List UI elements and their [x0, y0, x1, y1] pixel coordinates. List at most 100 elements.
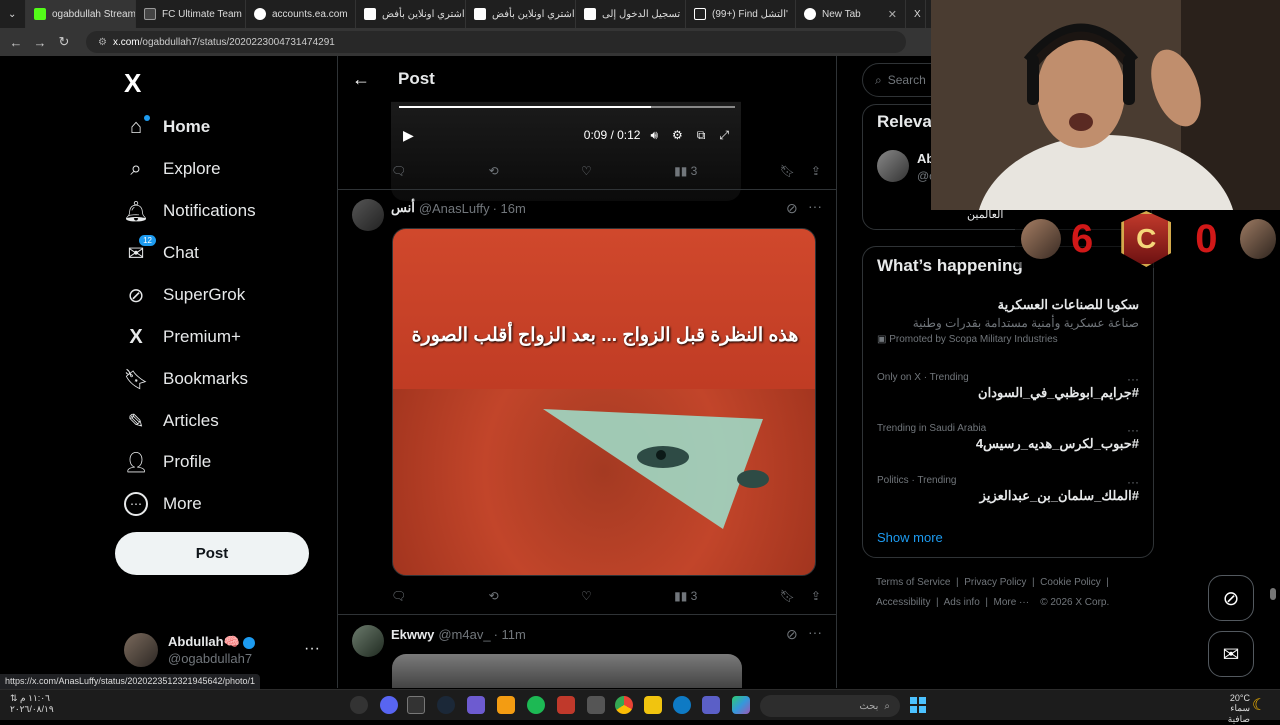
- share-icon[interactable]: ⇪: [811, 164, 821, 178]
- tab-7[interactable]: New Tab✕: [796, 0, 906, 28]
- close-icon[interactable]: ✕: [348, 8, 356, 21]
- back-arrow-icon[interactable]: ←: [4, 35, 28, 50]
- app-icon[interactable]: [557, 696, 575, 714]
- discord-icon[interactable]: [380, 696, 398, 714]
- avatar[interactable]: [352, 199, 384, 231]
- pip-icon[interactable]: ⧉: [697, 128, 706, 143]
- trend-item[interactable]: سكوبا للصناعات العسكرية صناعة عسكرية وأم…: [877, 297, 1139, 345]
- nav-home[interactable]: ⌂ Home: [124, 107, 210, 147]
- footer-link[interactable]: Privacy Policy: [964, 577, 1026, 588]
- edge-icon[interactable]: [673, 696, 691, 714]
- tab-1[interactable]: FC Ultimate Team✕: [136, 0, 246, 28]
- avatar[interactable]: [877, 150, 909, 182]
- tweet-time[interactable]: · 16m: [493, 201, 526, 216]
- more-icon[interactable]: ···: [1127, 372, 1139, 386]
- nav-explore[interactable]: ⌕ Explore: [124, 149, 221, 189]
- bookmark-icon[interactable]: 🔖︎: [780, 164, 795, 178]
- video-player[interactable]: ▶ 0:09 / 0:12 🔊︎ ⚙ ⧉ ⤢: [391, 101, 741, 201]
- tab-0[interactable]: ogabdullah Stream✕: [26, 0, 136, 28]
- author-name[interactable]: Ekwwy: [391, 627, 434, 642]
- nav-premium[interactable]: X Premium+: [124, 317, 241, 357]
- views-stat[interactable]: ▮▮ 3: [674, 589, 697, 603]
- like-icon[interactable]: ♡: [581, 589, 592, 603]
- retweet-icon[interactable]: ⟲: [489, 589, 499, 603]
- forward-arrow-icon[interactable]: →: [28, 35, 52, 50]
- nav-notifications[interactable]: 🔔︎ Notifications: [124, 191, 256, 231]
- steam-icon[interactable]: [437, 696, 455, 714]
- author-handle[interactable]: @m4av_: [438, 627, 490, 642]
- show-more-link[interactable]: Show more: [877, 530, 943, 545]
- nav-articles[interactable]: ✎ Articles: [124, 401, 219, 441]
- nav-supergrok[interactable]: ⊘ SuperGrok: [124, 275, 245, 315]
- reply-icon[interactable]: 🗨︎: [391, 589, 406, 603]
- nav-more[interactable]: ⋯ More: [124, 484, 202, 524]
- grok-button[interactable]: ⊘: [1208, 575, 1254, 621]
- more-icon[interactable]: ···: [808, 624, 822, 640]
- more-icon[interactable]: ···: [1127, 423, 1139, 437]
- trend-item[interactable]: Only on X · Trending #جرايم_ابوظبي_في_ال…: [877, 372, 1139, 401]
- clock[interactable]: ⇅ ١١:٠٦ م ٢٠٢٦/٠٨/١٩: [10, 693, 54, 715]
- trend-item[interactable]: Trending in Saudi Arabia #حبوب_لكرس_هديه…: [877, 423, 1139, 452]
- back-arrow-icon[interactable]: ←: [338, 69, 384, 90]
- nav-profile[interactable]: 👤︎ Profile: [124, 442, 211, 482]
- tweet-time[interactable]: · 11m: [494, 627, 526, 642]
- account-switcher[interactable]: Abdullah🧠 @ogabdullah7 ···: [124, 630, 324, 670]
- tweet-image[interactable]: هذه النظرة قبل الزواج ... بعد الزواج أقل…: [392, 228, 816, 576]
- volume-icon[interactable]: 🔊︎: [650, 128, 658, 143]
- copilot-icon[interactable]: [732, 696, 750, 714]
- grok-icon[interactable]: ⊘: [786, 626, 798, 643]
- more-icon[interactable]: ···: [1127, 475, 1139, 489]
- x-tab-icon[interactable]: X: [906, 0, 926, 28]
- like-icon[interactable]: ♡: [581, 164, 592, 178]
- spotify-icon[interactable]: [527, 696, 545, 714]
- footer-link[interactable]: Accessibility: [876, 597, 930, 608]
- reload-icon[interactable]: ↻: [52, 34, 76, 50]
- more-icon[interactable]: ···: [808, 198, 822, 214]
- more-icon[interactable]: ···: [1127, 297, 1139, 311]
- chrome-icon[interactable]: [615, 696, 633, 714]
- trend-item[interactable]: Politics · Trending #الملك_سلمان_بن_عبدا…: [877, 475, 1139, 504]
- scrollbar-thumb[interactable]: [1270, 588, 1276, 600]
- file-explorer-icon[interactable]: [644, 696, 662, 714]
- weather-widget[interactable]: 20°C سماء صافية: [1210, 693, 1250, 725]
- share-icon[interactable]: ⇪: [811, 589, 821, 603]
- nav-chat[interactable]: ✉12 Chat: [124, 233, 199, 273]
- site-info-icon[interactable]: ⚙: [98, 37, 107, 48]
- taskbar-search[interactable]: بحث ⌕: [760, 695, 900, 717]
- app-icon[interactable]: [497, 696, 515, 714]
- nav-bookmarks[interactable]: 🔖︎ Bookmarks: [124, 359, 248, 399]
- avatar[interactable]: [352, 625, 384, 657]
- messages-button[interactable]: ✉: [1208, 631, 1254, 677]
- store-icon[interactable]: [587, 696, 605, 714]
- views-stat[interactable]: ▮▮ 3: [674, 164, 697, 178]
- author-handle[interactable]: @AnasLuffy: [419, 201, 490, 216]
- tweet-image[interactable]: [392, 654, 742, 688]
- reply-icon[interactable]: 🗨︎: [391, 164, 406, 178]
- retweet-icon[interactable]: ⟲: [489, 164, 499, 178]
- windows-start-icon[interactable]: [910, 697, 926, 713]
- bookmark-icon[interactable]: 🔖︎: [780, 589, 795, 603]
- author-name[interactable]: أنس: [391, 200, 415, 216]
- video-progress-bar[interactable]: [399, 106, 735, 108]
- tab-list-button[interactable]: ⌄: [0, 0, 26, 28]
- footer-link[interactable]: More ···: [994, 597, 1030, 608]
- grok-icon[interactable]: ⊘: [786, 200, 798, 217]
- post-button[interactable]: Post: [115, 532, 309, 575]
- close-icon[interactable]: ✕: [882, 8, 897, 21]
- tab-3[interactable]: اشتري اونلاين بأفض✕: [356, 0, 466, 28]
- obs-icon[interactable]: [350, 696, 368, 714]
- footer-link[interactable]: Cookie Policy: [1040, 577, 1101, 588]
- teams-icon[interactable]: [702, 696, 720, 714]
- play-icon[interactable]: ▶: [403, 127, 414, 144]
- account-more-icon[interactable]: ···: [304, 640, 320, 658]
- capcut-icon[interactable]: [407, 696, 425, 714]
- tab-5[interactable]: تسجيل الدخول إلى✕: [576, 0, 686, 28]
- fullscreen-icon[interactable]: ⤢: [719, 128, 729, 143]
- footer-link[interactable]: Terms of Service: [876, 577, 950, 588]
- tab-2[interactable]: accounts.ea.com✕: [246, 0, 356, 28]
- footer-link[interactable]: Ads info: [944, 597, 980, 608]
- settings-icon[interactable]: ⚙: [672, 128, 683, 142]
- x-logo-icon[interactable]: X: [124, 68, 141, 99]
- close-icon[interactable]: ✕: [788, 8, 796, 21]
- tab-6[interactable]: (99+) Find التشل'✕: [686, 0, 796, 28]
